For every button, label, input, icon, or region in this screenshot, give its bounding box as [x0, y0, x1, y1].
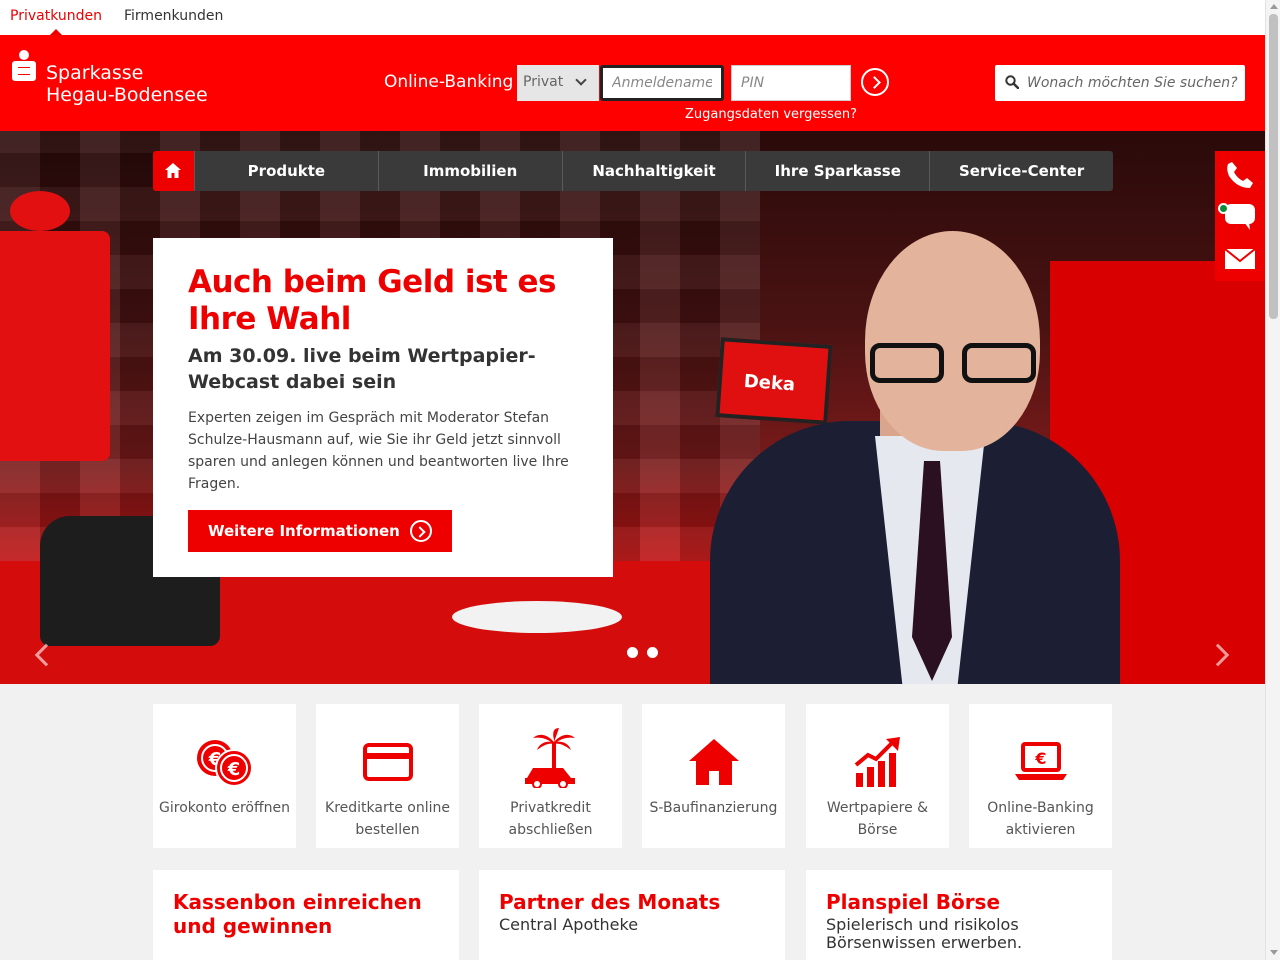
tile-wertpapiere[interactable]: Wertpapiere & Börse — [806, 704, 949, 848]
account-type-select[interactable]: Privat — [517, 65, 599, 101]
home-icon — [165, 163, 181, 178]
phone-button[interactable] — [1215, 153, 1265, 196]
tile-label: Girokonto eröffnen — [159, 800, 290, 816]
carousel-dot-2[interactable] — [647, 647, 658, 658]
tile-label: Wertpapiere & Börse — [826, 800, 929, 838]
tile-baufinanzierung[interactable]: S-Baufinanzierung — [642, 704, 785, 848]
teaser-subtitle: Central Apotheke — [499, 915, 639, 934]
search-input[interactable] — [1027, 65, 1242, 101]
nav-service-center[interactable]: Service-Center — [929, 151, 1113, 191]
tile-kreditkarte[interactable]: Kreditkarte online bestellen — [316, 704, 459, 848]
house-icon — [642, 736, 785, 788]
logo[interactable]: Sparkasse Hegau-Bodensee — [12, 50, 208, 106]
hero-subtitle: Am 30.09. live beim Wertpapier-Webcast d… — [188, 345, 536, 393]
nav-ihre-sparkasse[interactable]: Ihre Sparkasse — [745, 151, 929, 191]
teaser-partner[interactable]: Partner des Monats Central Apotheke — [479, 870, 785, 960]
search-box[interactable] — [995, 65, 1245, 101]
credit-card-icon — [316, 736, 459, 788]
svg-text:€: € — [1034, 749, 1046, 768]
teaser-kassenbon[interactable]: Kassenbon einreichen und gewinnen — [153, 870, 459, 960]
tile-label: Privatkredit abschließen — [508, 800, 593, 838]
scroll-thumb[interactable] — [1269, 14, 1278, 319]
chat-button[interactable] — [1215, 195, 1265, 238]
tile-online-banking[interactable]: € Online-Banking aktivieren — [969, 704, 1112, 848]
chevron-down-icon — [575, 74, 587, 86]
segment-business[interactable]: Firmenkunden — [124, 8, 223, 24]
teaser-planspiel[interactable]: Planspiel Börse Spielerisch und risikolo… — [806, 870, 1112, 960]
home-button[interactable] — [153, 151, 194, 191]
nav-nachhaltigkeit[interactable]: Nachhaltigkeit — [561, 151, 746, 191]
teaser-title: Planspiel Börse — [826, 890, 1001, 914]
laptop-euro-icon: € — [969, 736, 1112, 788]
chevron-right-circle-icon — [409, 520, 432, 542]
hero-text: Experten zeigen im Gespräch mit Moderato… — [188, 410, 569, 492]
palm-car-icon — [479, 728, 622, 788]
tile-label: S-Baufinanzierung — [649, 800, 778, 816]
hero-teaser-card: Auch beim Geld ist es Ihre Wahl Am 30.09… — [153, 238, 613, 577]
email-button[interactable] — [1215, 237, 1265, 280]
teaser-title: Kassenbon einreichen und gewinnen — [173, 890, 422, 938]
background-table — [452, 601, 622, 633]
mail-icon — [1225, 248, 1255, 269]
euro-coins-icon: € € — [153, 736, 296, 788]
background-logo — [0, 231, 110, 461]
brand-line-2: Hegau-Bodensee — [46, 84, 208, 106]
tile-privatkredit[interactable]: Privatkredit abschließen — [479, 704, 622, 848]
account-type-value: Privat — [523, 74, 564, 90]
sparkasse-s-icon — [12, 50, 36, 84]
carousel-dot-1[interactable] — [627, 647, 638, 658]
main-navigation: Produkte Immobilien Nachhaltigkeit Ihre … — [153, 151, 1113, 191]
phone-icon — [1227, 161, 1253, 188]
teaser-title: Partner des Monats — [499, 890, 721, 914]
forgot-credentials-link[interactable]: Zugangsdaten vergessen? — [685, 107, 857, 122]
username-input[interactable] — [600, 65, 724, 101]
teaser-subtitle: Spielerisch und risikolos Börsenwissen e… — [826, 915, 1023, 952]
svg-text:€: € — [226, 759, 240, 780]
carousel-dots — [627, 643, 667, 662]
contact-sidebar — [1215, 151, 1265, 281]
tile-label: Kreditkarte online bestellen — [325, 800, 450, 838]
header: Sparkasse Hegau-Bodensee Online-Banking … — [0, 35, 1265, 131]
tile-girokonto[interactable]: € € Girokonto eröffnen — [153, 704, 296, 848]
hero-person-image — [700, 231, 1120, 684]
online-banking-label: Online-Banking — [384, 72, 514, 92]
brand-line-1: Sparkasse — [46, 62, 144, 84]
tile-label: Online-Banking aktivieren — [987, 800, 1094, 838]
nav-produkte[interactable]: Produkte — [194, 151, 378, 191]
more-info-button[interactable]: Weitere Informationen — [188, 510, 452, 552]
hero-title: Auch beim Geld ist es Ihre Wahl — [188, 264, 556, 337]
hero-carousel: Deka Auch beim Geld ist es Ihre Wahl Am … — [0, 131, 1265, 684]
pin-input[interactable] — [731, 65, 851, 101]
chart-up-icon — [806, 736, 949, 788]
login-submit-button[interactable] — [861, 68, 889, 96]
segment-bar: Privatkunden Firmenkunden — [0, 0, 1265, 35]
page-scrollbar[interactable] — [1265, 0, 1280, 960]
online-status-dot — [1218, 203, 1229, 214]
segment-private[interactable]: Privatkunden — [10, 8, 102, 24]
nav-immobilien[interactable]: Immobilien — [377, 151, 562, 191]
scroll-down-icon[interactable] — [1270, 950, 1278, 955]
scroll-up-icon[interactable] — [1270, 4, 1278, 9]
search-icon — [1005, 75, 1019, 89]
